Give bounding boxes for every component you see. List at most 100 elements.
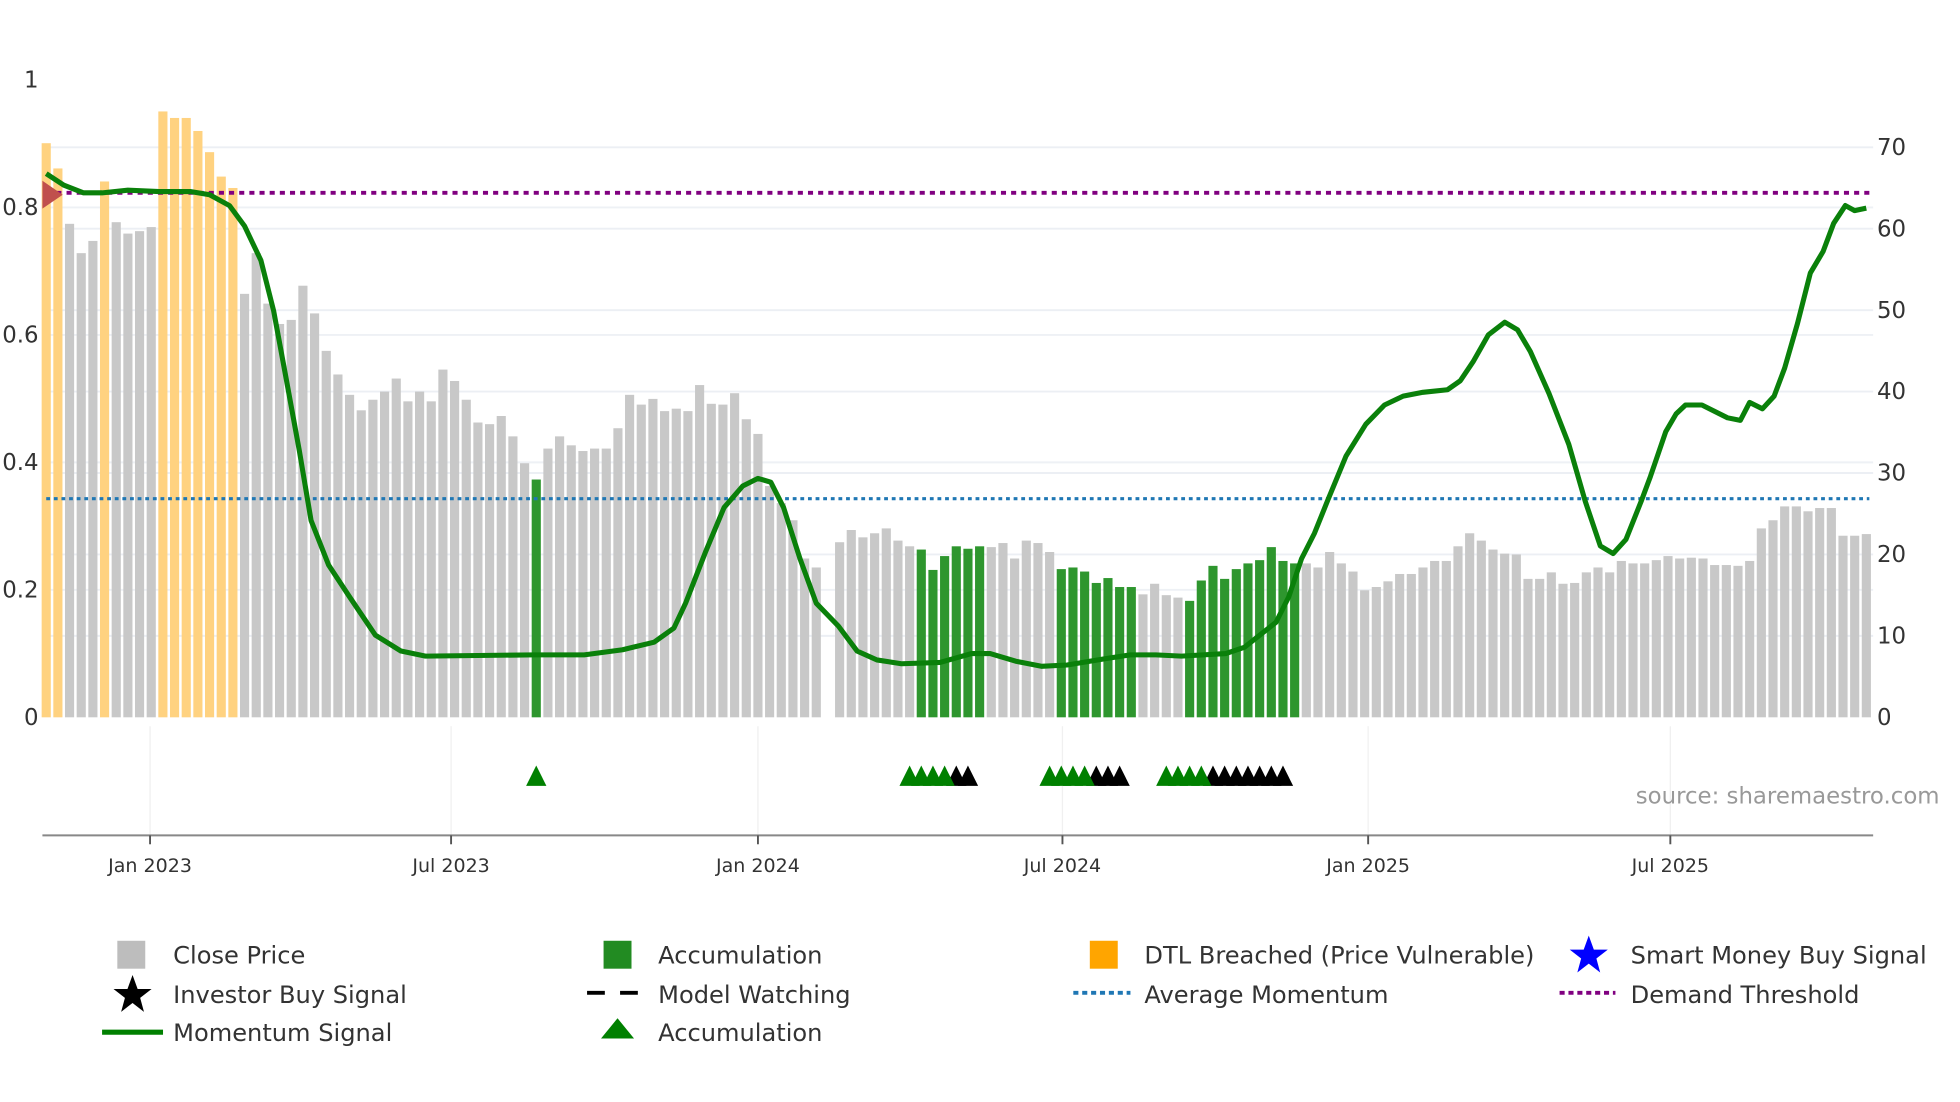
close-price-bar — [1500, 553, 1510, 718]
accumulation-bar — [1080, 571, 1090, 718]
close-price-bar — [251, 253, 261, 718]
close-price-bar — [1348, 571, 1358, 718]
close-price-bar — [718, 404, 728, 718]
close-price-bar — [1861, 534, 1871, 718]
close-price-bar — [1768, 520, 1778, 718]
close-price-bar — [881, 528, 891, 718]
close-price-bar — [648, 398, 658, 718]
close-price-bar — [1371, 587, 1381, 718]
accumulation-bar — [928, 569, 938, 718]
momentum-chart: 00.20.40.60.81 010203040506070 Jan 2023 J… — [2, 68, 1940, 1047]
close-price-bar — [846, 530, 856, 718]
dtl-breached-bar — [41, 143, 51, 718]
accumulation-bar — [1231, 569, 1241, 718]
accumulation-bar — [1056, 569, 1066, 718]
close-price-bar — [998, 543, 1008, 718]
close-price-swatch — [117, 940, 146, 969]
close-price-bar — [1605, 572, 1615, 718]
close-price-bar — [1441, 560, 1451, 718]
close-price-bar — [64, 223, 75, 718]
close-price-bar — [1360, 590, 1370, 718]
accumulation-bar — [975, 546, 985, 718]
close-price-bar — [1698, 558, 1708, 718]
accumulation-bar — [1220, 578, 1230, 718]
close-price-bar — [601, 448, 611, 718]
close-price-bar — [741, 419, 751, 718]
accumulation-bar — [1115, 587, 1125, 718]
close-price-bar — [590, 448, 600, 718]
legend-label: Accumulation — [658, 942, 822, 970]
close-price-bar — [1593, 567, 1603, 718]
legend: Close Price Accumulation DTL Breached (P… — [102, 935, 1927, 1047]
close-price-bar — [123, 233, 133, 718]
close-price-bar — [893, 540, 903, 718]
right-axis: 0 10 20 30 40 50 60 70 — [1877, 135, 1906, 731]
close-price-bar — [274, 323, 285, 718]
close-price-bar — [263, 303, 273, 718]
close-price-bar — [1021, 540, 1031, 718]
close-price-bar — [1780, 506, 1790, 718]
source-label: source: sharemaestro.com — [1636, 784, 1940, 810]
close-price-bar — [905, 546, 915, 718]
accumulation-triangle — [526, 765, 547, 786]
accumulation-bar — [1126, 587, 1136, 718]
close-price-bar — [111, 222, 121, 718]
close-price-bar — [380, 391, 390, 718]
close-price-bar — [415, 391, 425, 718]
legend-label: Momentum Signal — [173, 1019, 392, 1047]
x-tick-label: Jan 2024 — [715, 855, 800, 877]
dtl-breached-bar — [53, 168, 63, 718]
close-price-bar — [1640, 563, 1650, 718]
close-price-bar — [76, 253, 86, 718]
close-price-bar — [671, 408, 681, 718]
x-axis: Jan 2023 Jul 2023 Jan 2024 Jul 2024 Jan 2025… — [107, 835, 1709, 877]
x-tick-label: Jan 2025 — [1325, 855, 1410, 877]
close-price-bar — [1511, 554, 1521, 718]
close-price-bar — [1815, 508, 1825, 718]
right-tick-label: 40 — [1877, 379, 1906, 405]
close-price-bar — [555, 436, 565, 718]
accumulation-bar — [963, 548, 973, 718]
close-price-bar — [1325, 552, 1335, 718]
close-price-bar — [1406, 573, 1416, 718]
dtl-breached-bar — [181, 117, 191, 718]
close-price-bar — [636, 404, 646, 718]
right-tick-label: 70 — [1877, 135, 1906, 161]
close-price-bar — [683, 411, 693, 718]
right-tick-label: 30 — [1877, 461, 1906, 487]
close-price-bar — [1453, 546, 1463, 718]
x-tick-label: Jul 2024 — [1023, 855, 1101, 877]
dtl-breached-bar — [216, 176, 226, 718]
accumulation-bar — [1208, 565, 1218, 718]
close-price-bar — [134, 231, 145, 718]
close-price-bar — [578, 451, 588, 718]
dtl-breached-bar — [99, 181, 110, 718]
close-price-bar — [1675, 558, 1685, 718]
left-tick-label: 0.2 — [2, 577, 38, 603]
close-price-bar — [321, 350, 331, 718]
close-price-bar — [613, 428, 623, 718]
close-price-bar — [1663, 556, 1673, 718]
close-price-bar — [1616, 560, 1626, 718]
accumulation-bar — [1091, 582, 1101, 718]
accumulation-bar — [1278, 560, 1288, 718]
dtl-breached-swatch — [1089, 940, 1118, 969]
close-price-bar — [776, 503, 786, 718]
close-price-bar — [239, 293, 250, 718]
legend-label: Investor Buy Signal — [173, 981, 407, 1009]
left-tick-label: 0.8 — [2, 195, 38, 221]
close-price-bar — [473, 422, 483, 718]
left-tick-label: 1 — [24, 68, 39, 94]
close-price-bar — [986, 547, 996, 718]
close-price-bar — [1476, 540, 1486, 718]
close-price-bar — [333, 374, 343, 718]
dtl-breached-bar — [158, 111, 168, 718]
accumulation-bar — [531, 479, 541, 718]
close-price-bar — [1721, 565, 1731, 718]
close-price-bar — [1558, 583, 1568, 718]
legend-label: DTL Breached (Price Vulnerable) — [1144, 942, 1534, 970]
smart-money-star-icon — [1569, 935, 1608, 973]
right-tick-label: 50 — [1877, 298, 1906, 324]
close-price-bar — [438, 369, 448, 718]
close-price-bar — [1651, 560, 1661, 718]
